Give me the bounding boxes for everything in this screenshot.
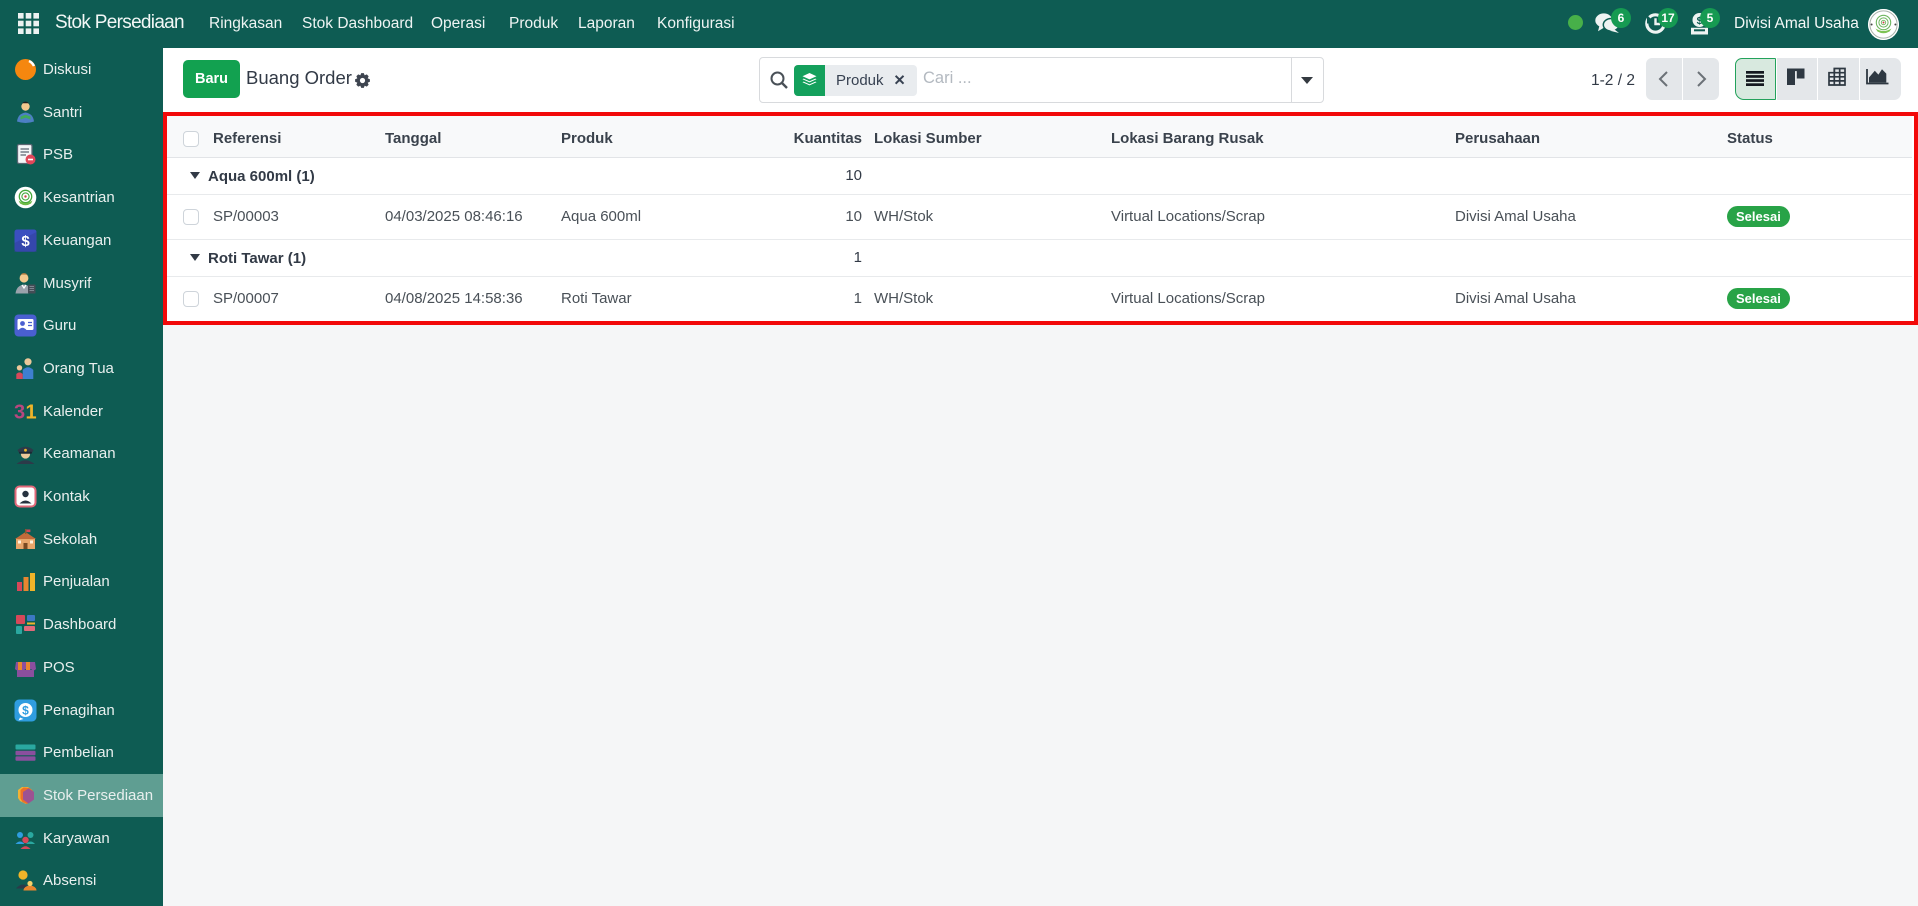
svg-text:3: 3	[14, 401, 25, 423]
svg-text:1: 1	[26, 401, 37, 423]
svg-text:$: $	[22, 703, 29, 717]
svg-text:$: $	[21, 233, 30, 250]
